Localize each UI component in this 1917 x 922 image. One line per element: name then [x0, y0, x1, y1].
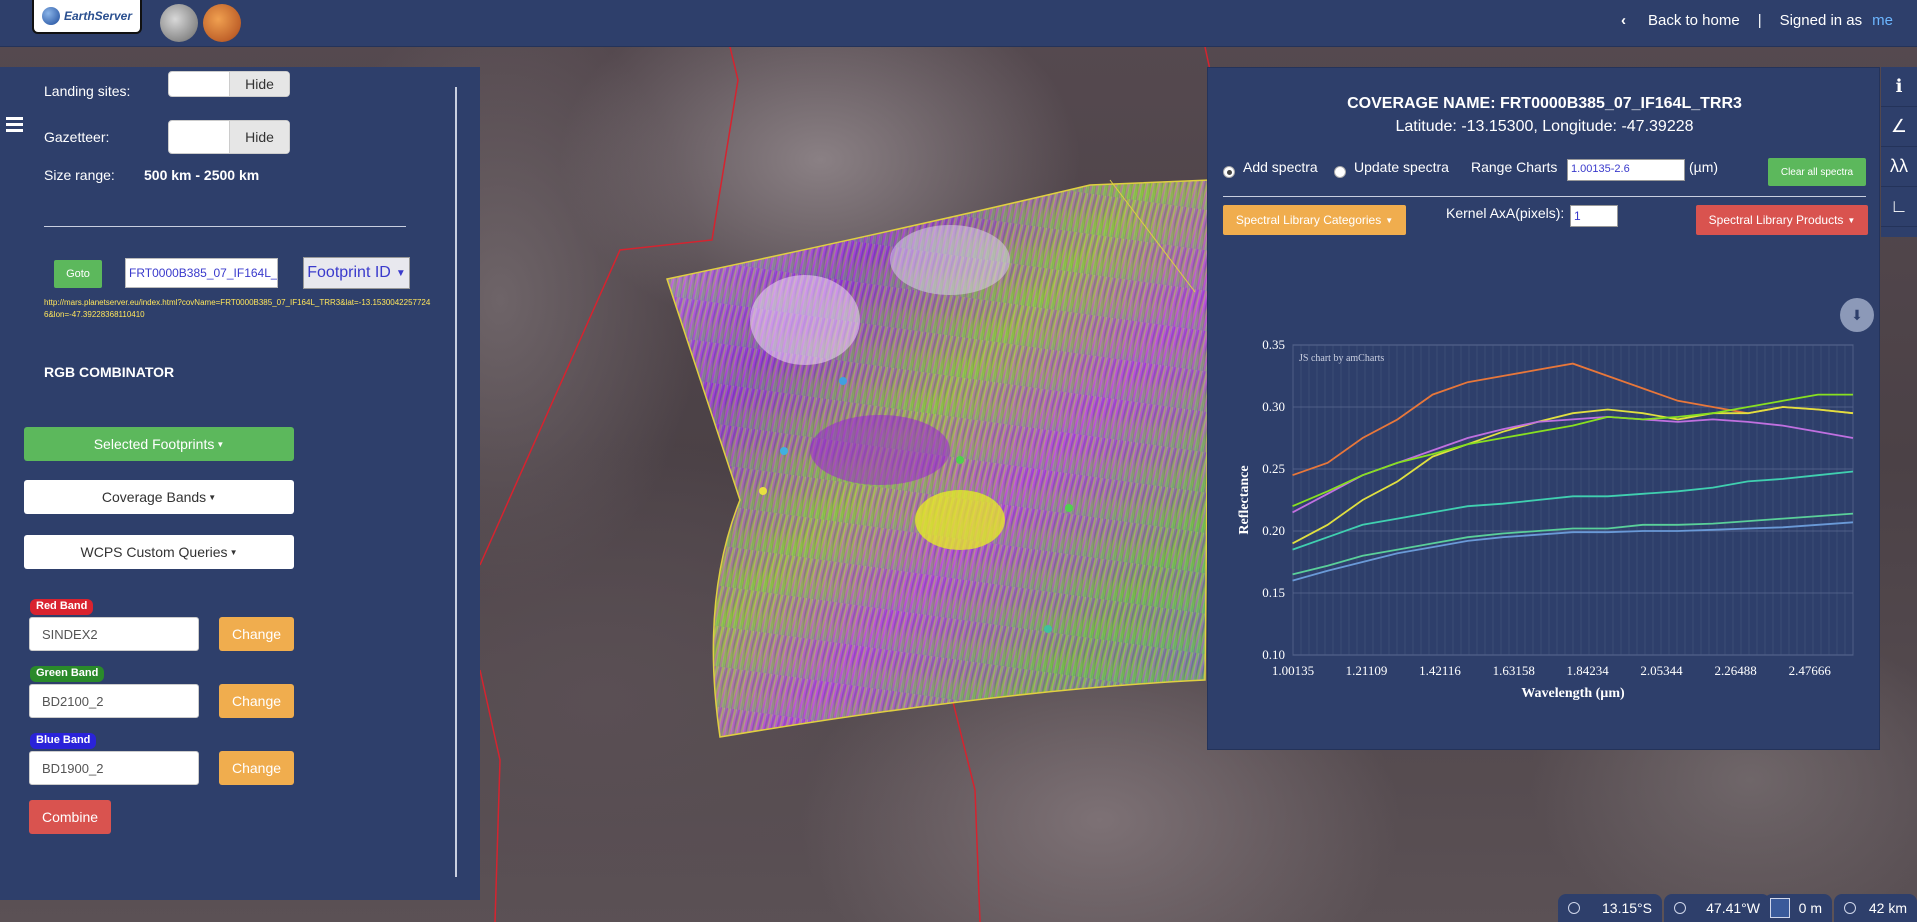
hamburger-menu-icon[interactable] — [6, 117, 24, 135]
nav-separator: | — [1757, 12, 1762, 29]
blue-band-change-button[interactable]: Change — [219, 751, 294, 785]
y-tick-label: 0.10 — [1262, 647, 1285, 662]
goto-button[interactable]: Goto — [54, 260, 102, 288]
y-tick-label: 0.20 — [1262, 523, 1285, 538]
caret-down-icon: ▼ — [229, 547, 238, 557]
spectra-chart[interactable]: 0.10 0.15 0.20 0.25 0.30 0.35 1.00135 1.21109 1.… — [1208, 68, 1881, 751]
x-tick-label: 1.63158 — [1493, 663, 1535, 678]
wcps-queries-dropdown[interactable]: WCPS Custom Queries ▼ — [24, 535, 294, 569]
status-elevation: 0 m — [1764, 894, 1832, 922]
lambda-ratio-icon[interactable]: λλ — [1881, 147, 1917, 187]
size-range-value: 500 km - 2500 km — [144, 167, 260, 183]
chart-credit: JS chart by amCharts — [1299, 353, 1384, 364]
latitude-icon — [1568, 902, 1580, 914]
mars-planet-button[interactable] — [203, 4, 241, 42]
rgb-combinator-title: RGB COMBINATOR — [44, 364, 175, 380]
y-tick-label: 0.35 — [1262, 337, 1285, 352]
side-toolbar: ℹ ∠ λλ ∟ — [1881, 67, 1917, 237]
spectrum-marker[interactable] — [1044, 625, 1052, 633]
logo-text: EarthServer — [63, 9, 133, 23]
spectrum-marker[interactable] — [1065, 504, 1073, 512]
y-tick-label: 0.15 — [1262, 585, 1285, 600]
status-alt-value: 42 km — [1868, 900, 1907, 916]
y-tick-label: 0.25 — [1262, 461, 1285, 476]
x-tick-label: 1.00135 — [1272, 663, 1314, 678]
blue-band-input[interactable]: BD1900_2 — [29, 751, 199, 785]
green-band-change-button[interactable]: Change — [219, 684, 294, 718]
x-tick-label: 1.84234 — [1566, 663, 1609, 678]
x-tick-label: 1.21109 — [1346, 663, 1388, 678]
user-link[interactable]: me — [1872, 12, 1893, 29]
selected-footprints-dropdown[interactable]: Selected Footprints ▼ — [24, 427, 294, 461]
signed-in-label: Signed in as — [1779, 12, 1863, 29]
line-chart-icon[interactable]: ∟ — [1881, 187, 1917, 227]
red-band-badge: Red Band — [30, 599, 94, 615]
gazetteer-label: Gazetteer: — [44, 129, 110, 145]
x-tick-label: 1.42116 — [1419, 663, 1461, 678]
status-lon-value: 47.41°W — [1706, 900, 1760, 916]
gazetteer-toggle[interactable]: Hide — [168, 120, 290, 154]
status-altitude: 42 km — [1834, 894, 1917, 922]
status-lat-value: 13.15°S — [1602, 900, 1652, 916]
longitude-icon — [1674, 902, 1686, 914]
landing-sites-hide[interactable]: Hide — [229, 72, 289, 96]
left-panel: Landing sites: Hide Gazetteer: Hide Size… — [0, 67, 480, 900]
y-axis-label: Reflectance — [1237, 465, 1252, 534]
moon-planet-button[interactable] — [160, 4, 198, 42]
footprint-id-label: Footprint ID — [307, 264, 391, 281]
coverage-highlight — [750, 275, 860, 365]
spectra-panel: COVERAGE NAME: FRT0000B385_07_IF164L_TRR… — [1207, 67, 1880, 750]
size-range-label: Size range: — [44, 167, 115, 183]
caret-down-icon: ▼ — [216, 439, 225, 449]
back-to-home-link[interactable]: Back to home — [1648, 12, 1740, 29]
x-tick-label: 2.26488 — [1714, 663, 1756, 678]
x-tick-label: 2.05344 — [1640, 663, 1683, 678]
status-latitude: 13.15°S — [1558, 894, 1662, 922]
spectra-chart-icon[interactable]: ∠ — [1881, 107, 1917, 147]
spectrum-marker[interactable] — [759, 487, 767, 495]
status-elev-value: 0 m — [1798, 900, 1822, 916]
coverage-highlight — [810, 415, 950, 485]
landing-sites-label: Landing sites: — [44, 83, 131, 99]
caret-down-icon: ▼ — [395, 267, 406, 279]
selected-footprints-label: Selected Footprints — [93, 436, 215, 452]
caret-down-icon: ▼ — [208, 492, 217, 502]
green-band-input[interactable]: BD2100_2 — [29, 684, 199, 718]
top-nav: ‹ Back to home | Signed in as me — [1621, 12, 1893, 29]
coverage-name-input[interactable]: FRT0000B385_07_IF164L_TRR3 — [125, 258, 278, 288]
spectrum-marker[interactable] — [839, 377, 847, 385]
footprint-outline-red — [949, 689, 981, 922]
y-tick-label: 0.30 — [1262, 399, 1285, 414]
footprint-id-select[interactable]: Footprint ID ▼ — [303, 257, 410, 289]
divider — [44, 226, 406, 227]
eye-icon — [1844, 902, 1856, 914]
globe-icon — [41, 7, 60, 25]
landing-sites-toggle[interactable]: Hide — [168, 71, 290, 97]
green-band-badge: Green Band — [30, 666, 105, 682]
left-panel-scrollbar[interactable] — [455, 87, 457, 877]
spectrum-marker[interactable] — [956, 456, 964, 464]
footprint-outline-red — [479, 669, 501, 922]
spectrum-marker[interactable] — [780, 447, 788, 455]
gazetteer-hide[interactable]: Hide — [229, 121, 289, 153]
coverage-bands-label: Coverage Bands — [101, 489, 207, 505]
status-longitude: 47.41°W — [1664, 894, 1770, 922]
x-axis-label: Wavelength (µm) — [1521, 686, 1625, 701]
elevation-icon — [1770, 898, 1790, 918]
top-bar: EarthServer ‹ Back to home | Signed in a… — [0, 0, 1917, 47]
coverage-bands-dropdown[interactable]: Coverage Bands ▼ — [24, 480, 294, 514]
red-band-input[interactable]: SINDEX2 — [29, 617, 199, 651]
coverage-highlight — [890, 225, 1010, 295]
chevron-left-icon: ‹ — [1620, 12, 1626, 29]
red-band-change-button[interactable]: Change — [219, 617, 294, 651]
blue-band-badge: Blue Band — [30, 733, 97, 749]
download-icon[interactable]: ⬇ — [1840, 298, 1874, 332]
wcps-queries-label: WCPS Custom Queries — [80, 544, 228, 560]
permalink[interactable]: http://mars.planetserver.eu/index.html?c… — [44, 297, 434, 321]
combine-button[interactable]: Combine — [29, 800, 111, 834]
info-icon[interactable]: ℹ — [1881, 67, 1917, 107]
earthserver-logo[interactable]: EarthServer — [32, 0, 142, 34]
x-tick-label: 2.47666 — [1789, 663, 1832, 678]
coverage-highlight — [915, 490, 1005, 550]
